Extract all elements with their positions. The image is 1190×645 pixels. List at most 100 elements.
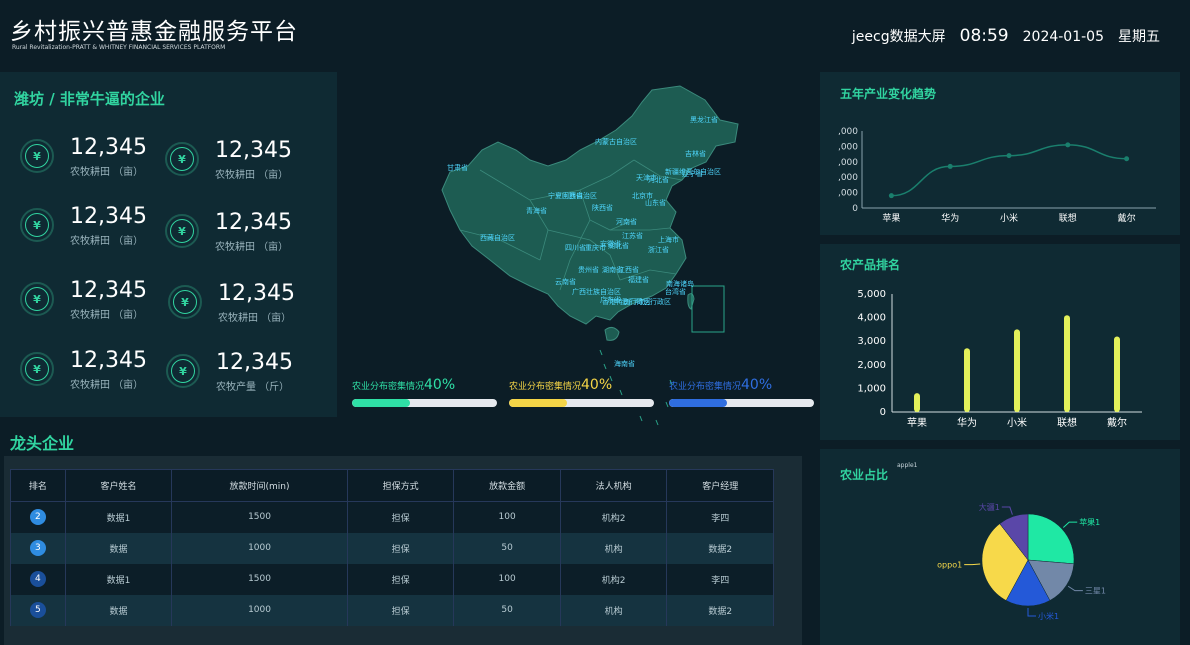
trend-point[interactable] <box>1006 153 1012 159</box>
pie-label: 小米1 <box>1038 611 1059 621</box>
table-cell-time: 1500 <box>171 501 348 533</box>
bar[interactable] <box>1114 336 1120 412</box>
table-cell-guarantee: 担保 <box>346 594 455 626</box>
province-label: 广西壮族自治区 <box>572 287 621 296</box>
stat-value: 12,345 <box>70 135 147 160</box>
province-label: 西藏自治区 <box>480 233 515 242</box>
column-header[interactable]: 放款金额 <box>453 469 561 502</box>
stat-label: 农牧耕田 （亩） <box>218 313 292 324</box>
coin-stack-icon: ¥ <box>20 208 54 242</box>
stat-card: ¥12,345 农牧耕田 （亩） <box>20 204 170 254</box>
trend-title: 五年产业变化趋势 <box>840 87 937 101</box>
province-label: 云南省 <box>555 277 576 286</box>
trend-point[interactable] <box>1065 142 1071 148</box>
progress-bar <box>509 399 654 407</box>
clock-time: 08:59 <box>959 26 1009 46</box>
province-label: 河南省 <box>616 217 637 226</box>
province-label: 台湾省 <box>665 287 686 296</box>
y-tick-label: 0 <box>852 204 858 214</box>
pie-label: 大疆1 <box>979 502 1000 512</box>
progress-bar <box>669 399 814 407</box>
coin-stack-icon: ¥ <box>165 142 199 176</box>
column-header[interactable]: 客户经理 <box>666 469 774 502</box>
y-tick-label: 1,000 <box>857 383 886 394</box>
table-cell-manager: 数据2 <box>666 532 774 564</box>
stat-card: ¥12,345 农牧耕田 （亩） <box>20 278 170 328</box>
trend-point[interactable] <box>888 193 894 199</box>
table-row[interactable]: 3 数据 1000 担保 50 机构 数据2 <box>10 532 774 564</box>
pie-label-line <box>1062 521 1078 528</box>
x-tick-label: 苹果 <box>882 212 900 224</box>
leaders-title: 龙头企业 <box>10 434 75 453</box>
table-row[interactable]: 2 数据1 1500 担保 100 机构2 李四 <box>10 501 774 533</box>
column-header[interactable]: 放款时间(min) <box>171 469 348 502</box>
progress-label: 农业分布密集情况 <box>509 382 582 392</box>
bar[interactable] <box>914 393 920 412</box>
y-tick-label: 0 <box>880 407 886 418</box>
province-label: 山西省 <box>562 191 583 200</box>
pie-label-line <box>964 563 981 566</box>
coin-stack-icon: ¥ <box>168 285 202 319</box>
stat-label: 农牧耕田 （亩） <box>70 380 144 391</box>
x-tick-label: 戴尔 <box>1118 212 1136 224</box>
progress-fill <box>509 399 567 407</box>
table-cell-amount: 50 <box>453 532 561 564</box>
page-subtitle: Rural Revitalization-PRATT & WHITNEY FIN… <box>12 44 226 51</box>
bar[interactable] <box>964 348 970 412</box>
stat-value: 12,345 <box>218 281 295 306</box>
bar[interactable] <box>1014 329 1020 412</box>
progress-item: 农业分布密集情况40% <box>669 377 814 407</box>
province-label: 黑龙江省 <box>690 115 718 124</box>
progress-label: 农业分布密集情况 <box>352 382 425 392</box>
province-label: 江苏省 <box>622 231 643 240</box>
y-tick-label: ,000 <box>838 173 858 183</box>
table-cell-org: 机构 <box>559 532 668 564</box>
column-header[interactable]: 法人机构 <box>559 469 668 502</box>
trend-point[interactable] <box>947 163 953 169</box>
column-header[interactable]: 客户姓名 <box>64 469 173 502</box>
province-label: 福建省 <box>628 275 649 284</box>
stat-value: 12,345 <box>215 138 292 163</box>
province-label: 青海省 <box>526 206 547 215</box>
stat-card: ¥12,345 农牧耕田 （亩） <box>20 135 170 185</box>
trend-point[interactable] <box>1124 156 1130 162</box>
table-row[interactable]: 4 数据1 1500 担保 100 机构2 李四 <box>10 563 774 595</box>
province-label: 贵州省 <box>578 265 599 274</box>
progress-bar <box>352 399 497 407</box>
rank-badge: 5 <box>29 602 46 618</box>
table-row[interactable]: 5 数据 1000 担保 50 机构 数据2 <box>10 594 774 626</box>
table-cell-manager: 李四 <box>666 501 774 533</box>
progress-percent: 40% <box>741 377 773 393</box>
province-label: 吉林省 <box>685 149 706 158</box>
pie-label-line <box>1001 506 1013 515</box>
y-tick-label: 2,000 <box>857 360 886 371</box>
stat-label: 农牧耕田 （亩） <box>215 242 289 253</box>
progress-fill <box>352 399 410 407</box>
table-cell-org: 机构 <box>559 594 668 626</box>
pie-label: oppo1 <box>937 561 962 570</box>
stat-card: ¥12,345 农牧耕田 （亩） <box>20 348 170 398</box>
table-body: 2 数据1 1500 担保 100 机构2 李四 3 数据 1000 担保 50 机构 数据2 4 数据1 15… <box>10 501 774 626</box>
table-cell-name: 数据 <box>64 594 173 626</box>
nine-dash-line <box>603 363 607 370</box>
pie-slice[interactable] <box>1027 513 1075 565</box>
pie-label: 苹果1 <box>1079 517 1100 527</box>
x-tick-label: 苹果 <box>907 416 927 429</box>
map-taiwan[interactable] <box>687 293 695 310</box>
table-cell-manager: 李四 <box>666 563 774 595</box>
column-header[interactable]: 排名 <box>10 469 66 502</box>
province-label: 浙江省 <box>648 245 669 254</box>
province-label: 上海市 <box>658 235 679 244</box>
x-tick-label: 小米 <box>1007 416 1027 429</box>
column-header[interactable]: 担保方式 <box>346 469 455 502</box>
table-cell-manager: 数据2 <box>666 594 774 626</box>
province-label: 陕西省 <box>592 203 613 212</box>
map-hainan[interactable] <box>604 326 620 341</box>
page-title: 乡村振兴普惠金融服务平台 <box>10 19 298 45</box>
trend-line-chart: ,000 ,000 ,000 ,000 ,000 0 苹果 华为 小米 联想 戴尔 <box>838 127 1156 224</box>
bar[interactable] <box>1064 315 1070 412</box>
nine-dash-line <box>599 349 603 356</box>
table-cell-guarantee: 担保 <box>346 563 455 595</box>
stat-value: 12,345 <box>70 348 147 373</box>
clock-weekday: 星期五 <box>1118 29 1160 45</box>
